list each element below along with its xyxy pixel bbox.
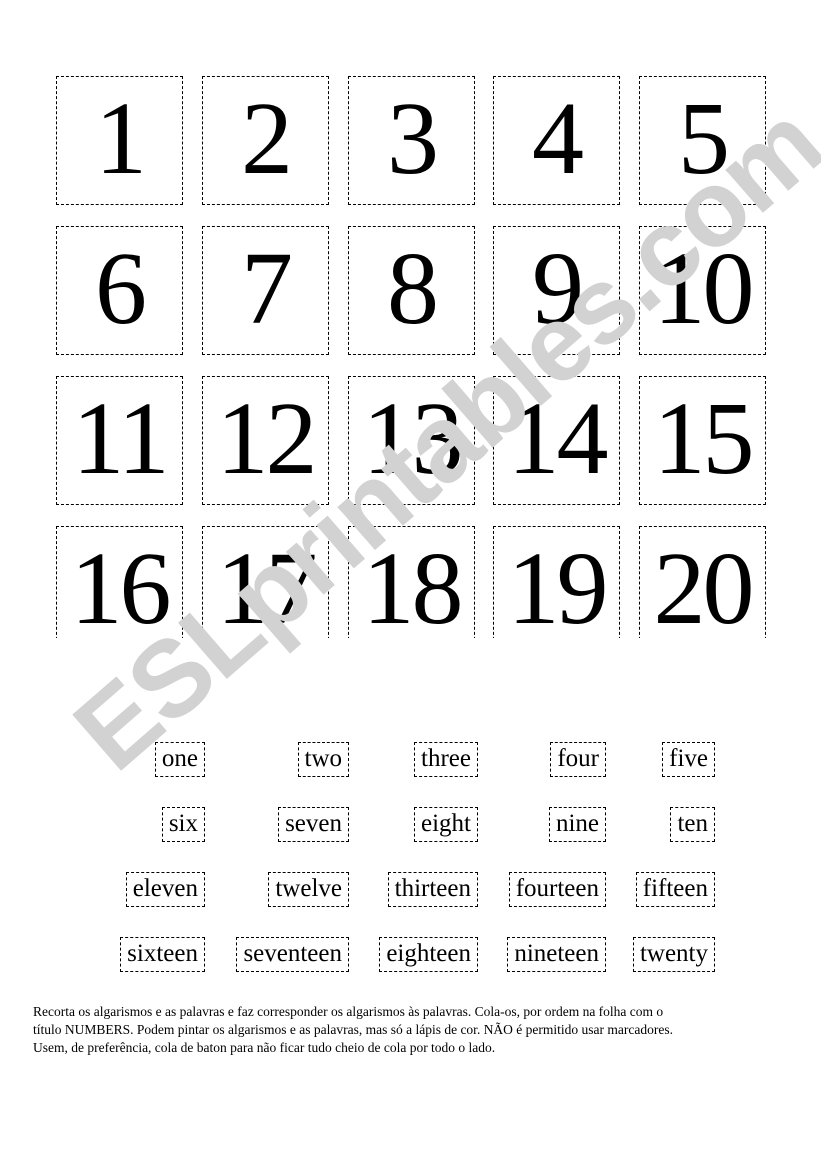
word-card-label: nineteen: [514, 940, 599, 967]
number-card[interactable]: 10: [639, 226, 766, 355]
word-card[interactable]: six: [161, 807, 205, 842]
word-card[interactable]: twenty: [632, 937, 715, 972]
word-card[interactable]: eighteen: [379, 937, 478, 972]
number-card[interactable]: 16: [56, 526, 183, 638]
number-card-label: 5: [678, 80, 730, 196]
word-card-label: eight: [421, 810, 471, 837]
word-card-label: five: [669, 745, 708, 772]
word-card-label: seven: [285, 810, 342, 837]
number-card-label: 13: [362, 380, 464, 496]
number-card[interactable]: 8: [348, 226, 475, 355]
number-card-label: 16: [70, 530, 172, 638]
instructions-block: Recorta os algarismos e as palavras e fa…: [33, 1003, 789, 1057]
number-card[interactable]: 13: [348, 376, 475, 505]
number-card-label: 14: [507, 380, 609, 496]
word-card-label: seventeen: [243, 940, 342, 967]
word-card[interactable]: nineteen: [507, 937, 606, 972]
number-card[interactable]: 17: [202, 526, 329, 638]
word-card[interactable]: eleven: [125, 872, 205, 907]
word-card-label: eighteen: [386, 940, 471, 967]
word-card-row: eleven twelve thirteen fourteen fifteen: [0, 872, 821, 937]
number-card[interactable]: 2: [202, 76, 329, 205]
word-card[interactable]: fifteen: [635, 872, 715, 907]
word-card[interactable]: seventeen: [236, 937, 349, 972]
word-card-label: three: [421, 745, 471, 772]
number-card[interactable]: 1: [56, 76, 183, 205]
number-card[interactable]: 15: [639, 376, 766, 505]
number-card-label: 10: [653, 230, 755, 346]
word-card-label: thirteen: [394, 875, 471, 902]
word-card[interactable]: twelve: [268, 872, 349, 907]
word-card-label: one: [161, 745, 198, 772]
instructions-line-1: Recorta os algarismos e as palavras e fa…: [33, 1004, 664, 1019]
word-card-label: twenty: [639, 940, 708, 967]
number-card-label: 7: [241, 230, 293, 346]
number-card-row: 16 17 18 19 20: [56, 526, 772, 638]
number-card-label: 8: [387, 230, 439, 346]
word-card-label: two: [304, 745, 343, 772]
word-card[interactable]: five: [662, 742, 715, 777]
number-card-label: 17: [216, 530, 318, 638]
word-card-grid: one two three four five six seven eight …: [0, 742, 821, 1002]
word-card[interactable]: thirteen: [387, 872, 478, 907]
word-card-row: one two three four five: [0, 742, 821, 807]
word-card-label: six: [168, 810, 198, 837]
word-card-label: eleven: [132, 875, 198, 902]
number-card-label: 18: [362, 530, 464, 638]
number-card-row: 6 7 8 9 10: [56, 226, 772, 376]
word-card[interactable]: seven: [278, 807, 349, 842]
word-card[interactable]: three: [414, 742, 478, 777]
word-card[interactable]: nine: [548, 807, 606, 842]
word-card[interactable]: two: [297, 742, 349, 777]
number-card[interactable]: 5: [639, 76, 766, 205]
instructions-line-3: Usem, de preferência, cola de baton para…: [33, 1040, 496, 1055]
word-card-label: ten: [677, 810, 708, 837]
word-card[interactable]: ten: [670, 807, 715, 842]
number-card[interactable]: 18: [348, 526, 475, 638]
word-card[interactable]: fourteen: [508, 872, 606, 907]
word-card[interactable]: sixteen: [120, 937, 205, 972]
number-card[interactable]: 7: [202, 226, 329, 355]
word-card-label: nine: [555, 810, 599, 837]
number-card-label: 19: [507, 530, 609, 638]
word-card-label: twelve: [275, 875, 342, 902]
word-card-label: fifteen: [642, 875, 708, 902]
word-card-row: six seven eight nine ten: [0, 807, 821, 872]
number-card[interactable]: 20: [639, 526, 766, 638]
number-card-label: 9: [532, 230, 584, 346]
number-card-label: 11: [72, 380, 169, 496]
number-card-label: 15: [653, 380, 755, 496]
word-card-label: sixteen: [127, 940, 198, 967]
number-card-label: 6: [95, 230, 147, 346]
number-card-label: 3: [387, 80, 439, 196]
number-card[interactable]: 4: [493, 76, 620, 205]
number-card-label: 12: [216, 380, 318, 496]
number-card[interactable]: 12: [202, 376, 329, 505]
number-card-label: 1: [95, 80, 147, 196]
word-card[interactable]: eight: [414, 807, 478, 842]
number-card[interactable]: 19: [493, 526, 620, 638]
number-card[interactable]: 9: [493, 226, 620, 355]
word-card-row: sixteen seventeen eighteen nineteen twen…: [0, 937, 821, 1002]
word-card[interactable]: one: [154, 742, 205, 777]
number-card-label: 20: [653, 530, 755, 638]
number-card-row: 1 2 3 4 5: [56, 76, 772, 226]
word-card-label: fourteen: [515, 875, 599, 902]
number-card-grid: 1 2 3 4 5 6 7 8 9 10 11 12 13 14 15 16 1…: [56, 76, 772, 654]
word-card[interactable]: four: [550, 742, 606, 777]
worksheet-page: ESLprintables.com 1 2 3 4 5 6 7 8 9 10 1…: [0, 0, 821, 1169]
number-card-label: 4: [532, 80, 584, 196]
number-card[interactable]: 14: [493, 376, 620, 505]
number-card[interactable]: 3: [348, 76, 475, 205]
number-card-label: 2: [241, 80, 293, 196]
number-card[interactable]: 6: [56, 226, 183, 355]
instructions-line-2: título NUMBERS. Podem pintar os algarism…: [33, 1022, 673, 1037]
word-card-label: four: [557, 745, 599, 772]
number-card-row: 11 12 13 14 15: [56, 376, 772, 526]
number-card[interactable]: 11: [56, 376, 183, 505]
